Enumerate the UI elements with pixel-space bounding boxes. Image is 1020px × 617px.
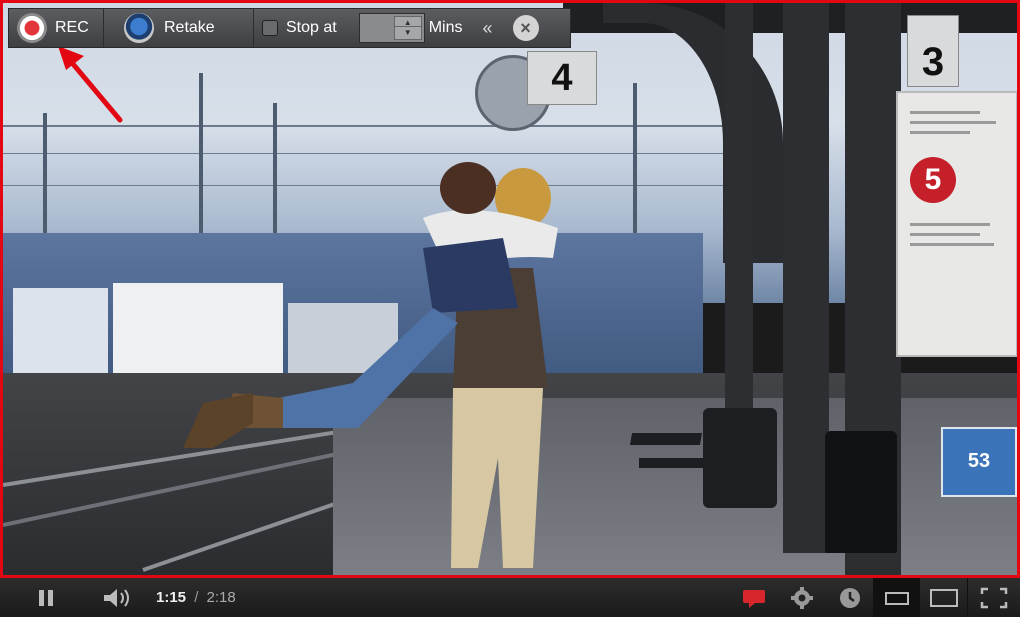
small-player-button[interactable] bbox=[874, 578, 920, 617]
building bbox=[13, 288, 108, 378]
recorder-toolbar: REC Retake Stop at ▲ ▼ Mins « × bbox=[8, 8, 571, 48]
sign-text-line bbox=[910, 121, 996, 124]
spinner-down-icon[interactable]: ▼ bbox=[393, 26, 422, 40]
track-sign-4: 4 bbox=[527, 51, 597, 105]
time-separator: / bbox=[194, 589, 199, 606]
sign-text-line bbox=[910, 223, 990, 226]
collapse-icon[interactable]: « bbox=[470, 18, 504, 39]
current-time: 1:15 bbox=[156, 589, 187, 606]
bench bbox=[639, 458, 703, 468]
captions-icon bbox=[743, 589, 765, 608]
large-player-button[interactable] bbox=[920, 578, 968, 617]
fullscreen-icon bbox=[980, 587, 1008, 608]
time-display: 1:15 / 2:18 bbox=[144, 589, 236, 606]
pillar bbox=[783, 3, 829, 553]
video-frame[interactable]: 4 3 5 53 bbox=[3, 3, 1017, 575]
record-icon[interactable] bbox=[17, 13, 47, 43]
trash-bin bbox=[825, 431, 897, 553]
rec-label[interactable]: REC bbox=[55, 19, 89, 37]
settings-icon bbox=[791, 586, 813, 609]
total-time: 2:18 bbox=[206, 589, 236, 606]
retake-label[interactable]: Retake bbox=[164, 19, 215, 37]
close-icon[interactable]: × bbox=[512, 15, 539, 41]
station-number-sign: 53 bbox=[941, 427, 1017, 497]
pillar bbox=[725, 3, 753, 423]
track-sign-3: 3 bbox=[907, 15, 959, 87]
stop-at-label: Stop at bbox=[286, 19, 337, 36]
platform-number-badge: 5 bbox=[910, 157, 956, 203]
stop-at-checkbox[interactable] bbox=[262, 20, 278, 36]
mins-stepper[interactable]: ▲ ▼ bbox=[358, 13, 425, 43]
bench bbox=[703, 408, 777, 508]
stop-at-group: Stop at ▲ ▼ Mins bbox=[254, 9, 470, 47]
sign-text-line bbox=[910, 111, 980, 114]
watch-later-icon bbox=[839, 587, 860, 608]
pause-icon bbox=[39, 589, 53, 606]
volume-button[interactable] bbox=[92, 578, 144, 617]
sign-text-line bbox=[910, 131, 970, 134]
sign-text-line bbox=[910, 233, 980, 236]
platform-info-board: 5 bbox=[896, 91, 1017, 357]
fullscreen-button[interactable] bbox=[968, 578, 1020, 617]
mins-label: Mins bbox=[428, 19, 463, 36]
captions-button[interactable] bbox=[730, 578, 778, 617]
settings-button[interactable] bbox=[778, 578, 826, 617]
rec-group[interactable]: REC bbox=[9, 9, 104, 47]
bench bbox=[629, 433, 703, 445]
retake-icon[interactable] bbox=[124, 13, 154, 43]
capture-region: 4 3 5 53 bbox=[0, 0, 1020, 578]
large-player-icon bbox=[929, 588, 958, 607]
volume-icon bbox=[104, 588, 129, 607]
retake-group[interactable]: Retake bbox=[104, 9, 254, 47]
annotation-arrow bbox=[58, 46, 123, 123]
sign-text-line bbox=[910, 243, 994, 246]
couple-figures bbox=[183, 162, 558, 568]
small-player-icon bbox=[884, 591, 909, 605]
player-control-bar: 1:15 / 2:18 bbox=[0, 578, 1020, 617]
pause-button[interactable] bbox=[0, 578, 92, 617]
watch-later-button[interactable] bbox=[826, 578, 874, 617]
